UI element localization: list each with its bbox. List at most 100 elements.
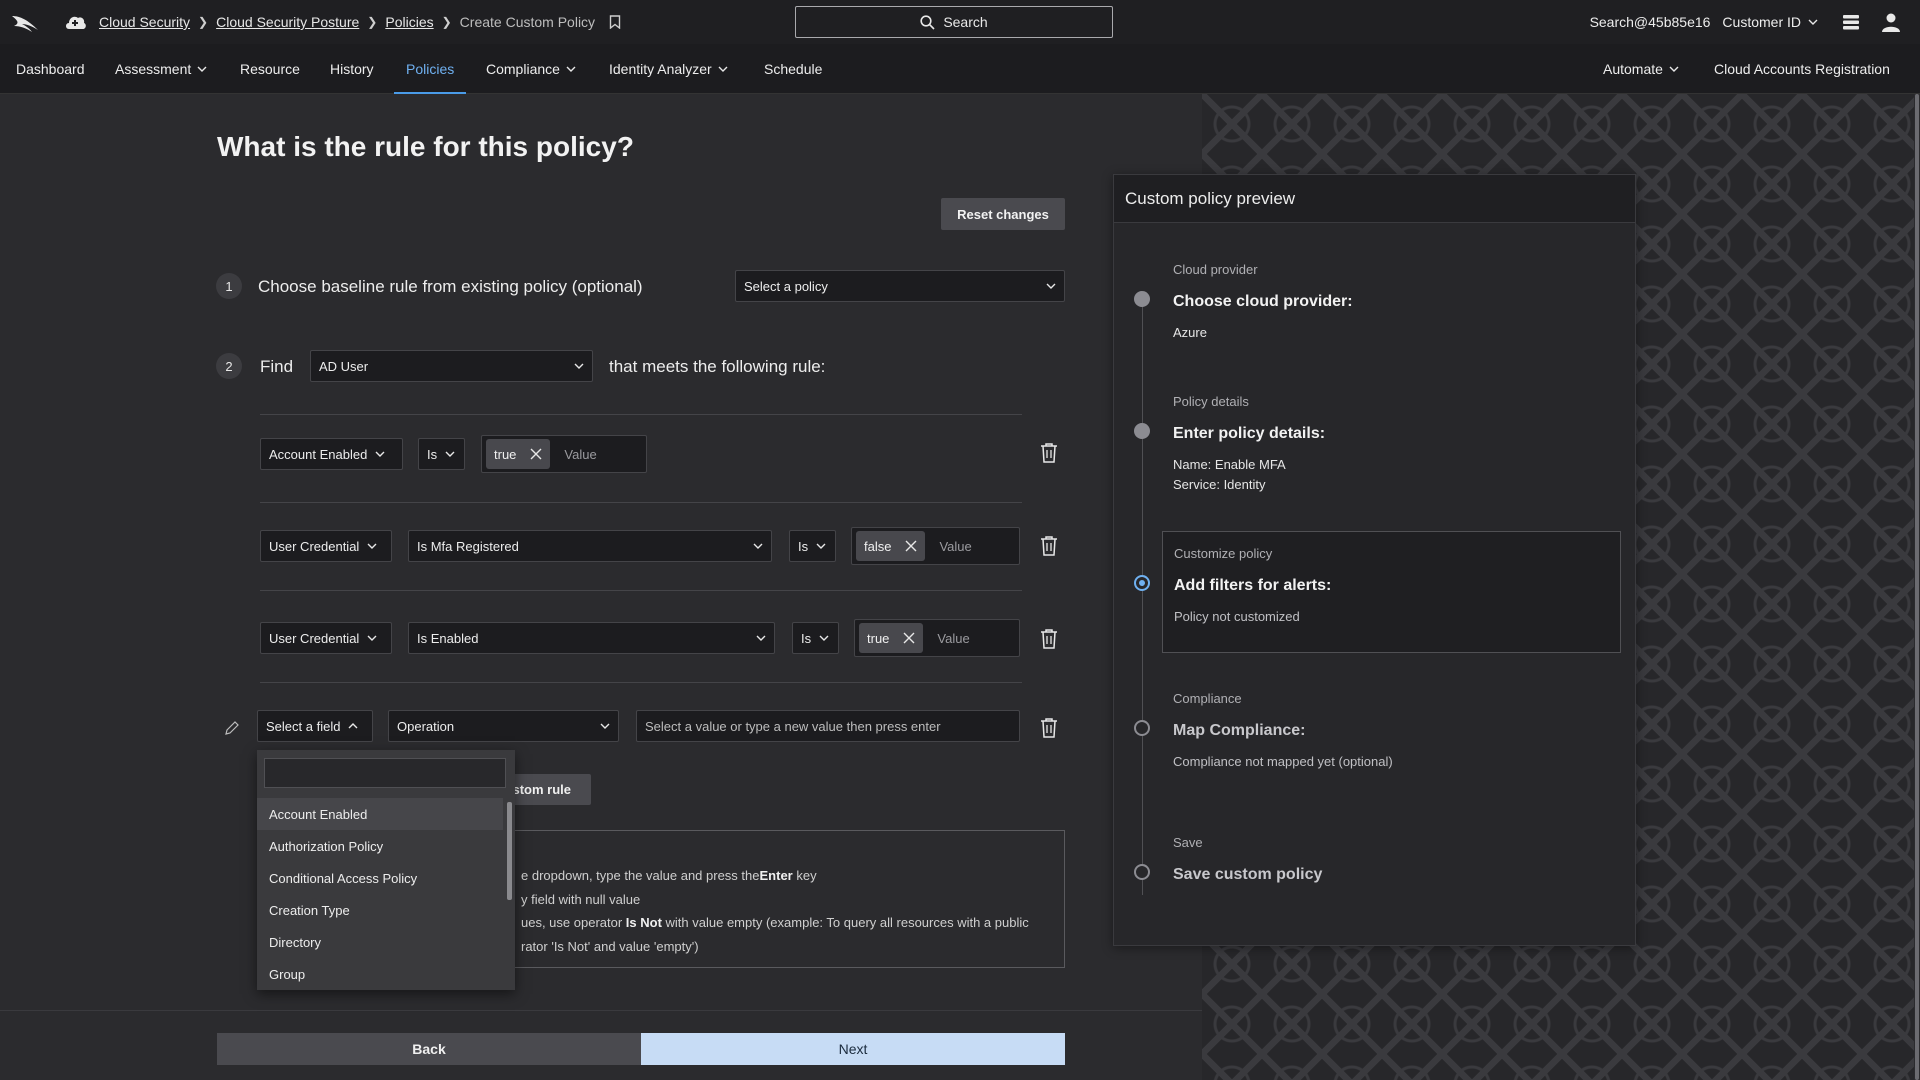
rule-3-value-input[interactable]: true Value [854, 619, 1020, 657]
rule-3-subfield-select[interactable]: Is Enabled [408, 622, 775, 654]
preview-step-4-label: Compliance [1173, 691, 1242, 706]
new-rule-value-input[interactable]: Select a value or type a new value then … [636, 710, 1020, 742]
nav-history[interactable]: History [330, 44, 374, 94]
rule-2-field-select[interactable]: User Credential [260, 530, 392, 562]
rule-2-value-placeholder: Value [939, 538, 972, 554]
global-search-button[interactable]: Search [795, 6, 1113, 38]
nav-dashboard[interactable]: Dashboard [16, 44, 85, 94]
breadcrumb-policies[interactable]: Policies [385, 14, 433, 30]
delete-rule-1-icon[interactable] [1040, 442, 1058, 464]
help-line-1-text: e dropdown, type the value and press the [521, 868, 760, 883]
chevron-down-icon [600, 723, 610, 729]
dropdown-scrollbar[interactable] [507, 802, 512, 900]
search-label: Search [943, 14, 988, 30]
new-rule-field-select[interactable]: Select a field [257, 710, 373, 742]
dropdown-option-directory[interactable]: Directory [257, 926, 503, 958]
resource-type-select[interactable]: AD User [310, 350, 593, 382]
nav-compliance[interactable]: Compliance [486, 44, 576, 94]
page-scrollbar-thumb[interactable] [1915, 94, 1919, 1080]
rule-1-value-chip: true [486, 439, 551, 469]
customer-id-label: Customer ID [1722, 14, 1801, 30]
rule-2-field-value: User Credential [269, 538, 360, 554]
preview-step-4-title: Map Compliance: [1173, 722, 1306, 739]
rule-2-value-chip: false [856, 531, 926, 561]
nav-cloud-accounts-registration[interactable]: Cloud Accounts Registration [1714, 44, 1890, 94]
main-navigation: Dashboard Assessment Resource History Po… [0, 44, 1920, 94]
rule-3-chip-label: true [867, 630, 890, 646]
delete-new-rule-icon[interactable] [1040, 717, 1058, 739]
rule-2-subfield-select[interactable]: Is Mfa Registered [408, 530, 772, 562]
next-button[interactable]: Next [641, 1033, 1065, 1065]
rule-1-value-input[interactable]: true Value [481, 435, 647, 473]
nav-resource[interactable]: Resource [240, 44, 300, 94]
nav-schedule[interactable]: Schedule [764, 44, 822, 94]
breadcrumb: Cloud Security ❯ Cloud Security Posture … [99, 14, 621, 30]
breadcrumb-current-page: Create Custom Policy [459, 14, 596, 30]
rule-2-subfield-value: Is Mfa Registered [417, 538, 519, 554]
chevron-down-icon [574, 363, 584, 369]
rule-2-value-input[interactable]: false Value [851, 527, 1020, 565]
custom-policy-preview-panel: Custom policy preview Cloud provider Cho… [1113, 174, 1636, 946]
breadcrumb-cloud-security-posture[interactable]: Cloud Security Posture [216, 14, 359, 30]
user-profile-icon[interactable] [1880, 11, 1902, 33]
chevron-down-icon [756, 635, 766, 641]
help-line-3: ues, use operator Is Not with value empt… [521, 915, 1029, 930]
preview-step-1-title: Choose cloud provider: [1173, 293, 1353, 310]
nav-automate-label: Automate [1603, 61, 1663, 77]
close-icon[interactable] [530, 448, 542, 460]
rule-3-field-select[interactable]: User Credential [260, 622, 392, 654]
enter-key-label: Enter [759, 868, 793, 883]
reset-changes-button[interactable]: Reset changes [941, 198, 1065, 230]
back-button[interactable]: Back [217, 1033, 641, 1065]
customer-id-dropdown[interactable]: Customer ID [1722, 14, 1818, 30]
close-icon[interactable] [905, 540, 917, 552]
preview-step-5-label: Save [1173, 835, 1203, 850]
chevron-right-icon: ❯ [441, 15, 452, 29]
preview-step-3-label: Customize policy [1174, 546, 1273, 561]
rule-3-operator-value: Is [801, 630, 812, 646]
nav-identity-analyzer[interactable]: Identity Analyzer [609, 44, 728, 94]
nav-policies[interactable]: Policies [394, 44, 467, 94]
dropdown-option-creation-type[interactable]: Creation Type [257, 894, 503, 926]
rule-3-operator-select[interactable]: Is [792, 622, 839, 654]
dropdown-option-account-enabled[interactable]: Account Enabled [257, 798, 503, 830]
rule-2-operator-select[interactable]: Is [789, 530, 836, 562]
falcon-logo-icon[interactable] [10, 10, 42, 34]
breadcrumb-cloud-security[interactable]: Cloud Security [99, 14, 190, 30]
preview-step-4-value: Compliance not mapped yet (optional) [1173, 754, 1393, 769]
chevron-down-icon [1046, 283, 1056, 289]
footer-divider [0, 1010, 1202, 1011]
chevron-down-icon [753, 543, 763, 549]
help-tips-box: e dropdown, type the value and press the… [480, 830, 1065, 968]
rule-divider [260, 414, 1022, 415]
rule-3-subfield-value: Is Enabled [417, 630, 479, 646]
delete-rule-3-icon[interactable] [1040, 628, 1058, 650]
preview-step-2-title: Enter policy details: [1173, 425, 1326, 442]
rule-divider [260, 502, 1022, 503]
help-line-2: y field with null value [521, 892, 641, 907]
chevron-down-icon [445, 451, 455, 457]
step-1-text: Choose baseline rule from existing polic… [258, 277, 643, 296]
close-icon[interactable] [903, 632, 915, 644]
rule-1-value-placeholder: Value [564, 446, 597, 462]
notifications-stack-icon[interactable] [1840, 11, 1862, 33]
preview-step-3-title: Add filters for alerts: [1174, 577, 1332, 594]
step-pending-dot-icon [1134, 720, 1150, 736]
baseline-policy-select[interactable]: Select a policy [735, 270, 1065, 302]
dropdown-option-authorization-policy[interactable]: Authorization Policy [257, 830, 503, 862]
chevron-down-icon [819, 635, 829, 641]
nav-automate[interactable]: Automate [1603, 44, 1679, 94]
new-rule-operation-select[interactable]: Operation [388, 710, 619, 742]
chevron-down-icon [367, 635, 377, 641]
rule-1-operator-select[interactable]: Is [418, 438, 465, 470]
delete-rule-2-icon[interactable] [1040, 535, 1058, 557]
bookmark-icon[interactable] [609, 15, 621, 29]
dropdown-option-conditional-access-policy[interactable]: Conditional Access Policy [257, 862, 503, 894]
nav-history-label: History [330, 61, 374, 77]
field-search-input[interactable] [264, 758, 506, 788]
nav-assessment[interactable]: Assessment [115, 44, 207, 94]
cloud-security-icon [66, 16, 86, 29]
rule-1-field-select[interactable]: Account Enabled [260, 438, 403, 470]
dropdown-option-group[interactable]: Group [257, 958, 503, 990]
rule-1-chip-label: true [494, 446, 517, 462]
